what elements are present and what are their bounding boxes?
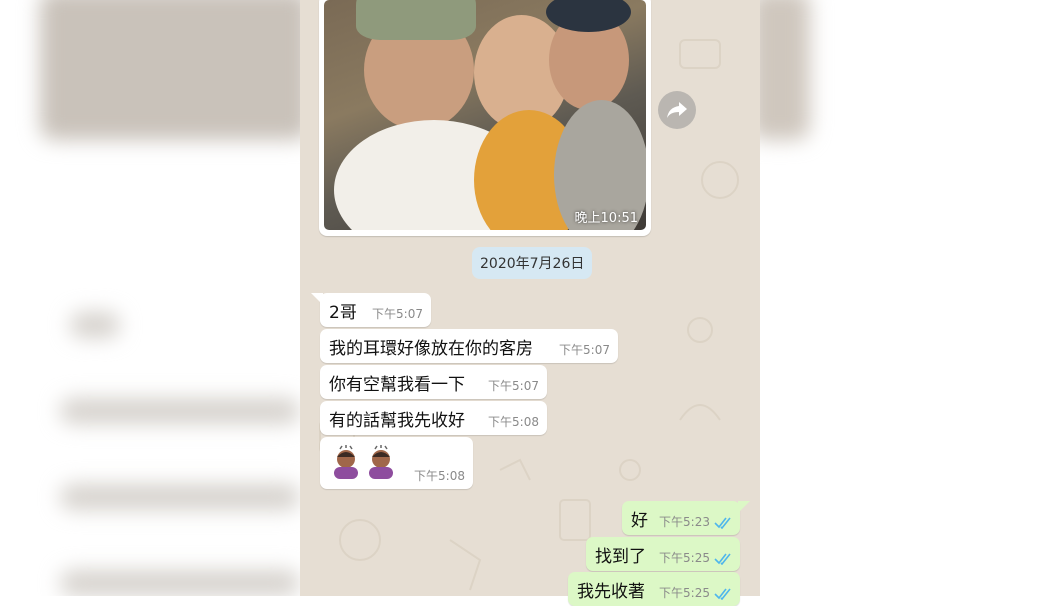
outgoing-message[interactable]: 好 下午5:23	[622, 501, 740, 535]
message-time: 下午5:25	[659, 586, 710, 600]
message-text: 我先收著	[577, 581, 645, 602]
bubble-tail	[738, 501, 750, 513]
read-receipt-icon	[714, 517, 731, 529]
message-time: 下午5:07	[372, 307, 423, 321]
blurred-text	[60, 570, 300, 596]
message-text: 好	[631, 510, 648, 531]
blurred-text	[60, 484, 300, 510]
blurred-text	[70, 312, 120, 338]
message-text: 我的耳環好像放在你的客房	[329, 338, 533, 359]
message-time: 下午5:08	[414, 469, 465, 483]
incoming-message[interactable]: 我的耳環好像放在你的客房 下午5:07	[320, 329, 618, 363]
incoming-message[interactable]: 下午5:08	[320, 437, 473, 489]
photo-timestamp: 晚上10:51	[574, 211, 638, 226]
person-bowing-emoji	[369, 445, 393, 479]
message-time: 下午5:07	[488, 379, 539, 393]
photo-message-image[interactable]: 晚上10:51	[324, 0, 646, 230]
incoming-message[interactable]: 有的話幫我先收好 下午5:08	[320, 401, 547, 435]
date-divider: 2020年7月26日	[472, 247, 593, 279]
message-text: 有的話幫我先收好	[329, 410, 465, 431]
incoming-message[interactable]: 你有空幫我看一下 下午5:07	[320, 365, 547, 399]
forward-button[interactable]	[658, 91, 696, 129]
message-time: 下午5:08	[488, 415, 539, 429]
message-time: 下午5:23	[659, 515, 710, 529]
read-receipt-icon	[714, 588, 731, 600]
incoming-message[interactable]: 2哥 下午5:07	[320, 293, 431, 327]
outgoing-message[interactable]: 找到了 下午5:25	[586, 537, 740, 571]
forward-icon	[667, 102, 687, 118]
message-text: 你有空幫我看一下	[329, 374, 465, 395]
outgoing-message[interactable]: 我先收著 下午5:25	[568, 572, 740, 606]
read-receipt-icon	[714, 553, 731, 565]
message-text: 找到了	[595, 546, 646, 567]
person-bowing-emoji	[334, 445, 358, 479]
blurred-photo-left	[40, 0, 310, 140]
message-time: 下午5:25	[659, 551, 710, 565]
message-text: 2哥	[329, 302, 357, 323]
bubble-tail	[311, 293, 323, 305]
blurred-text	[60, 398, 300, 424]
message-time: 下午5:07	[559, 343, 610, 357]
